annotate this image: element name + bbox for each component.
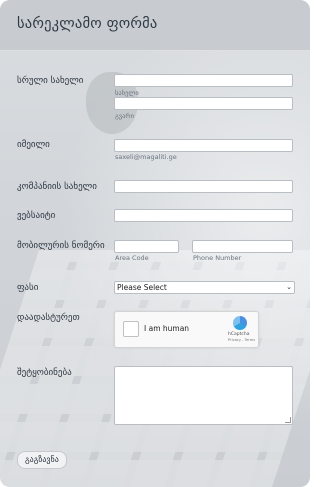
- message-textarea[interactable]: [114, 366, 293, 425]
- phone-number-input[interactable]: [192, 240, 293, 253]
- website-input[interactable]: [114, 209, 293, 222]
- area-code-sublabel: Area Code: [115, 254, 149, 262]
- phone-label: მობილურის ნომერი: [17, 241, 105, 251]
- message-label: შეტყობინება: [17, 368, 72, 378]
- chevron-down-icon: ⌄: [286, 283, 292, 291]
- email-sublabel: saxeli@magaliti.ge: [115, 153, 177, 161]
- area-code-input[interactable]: [114, 240, 179, 253]
- phone-number-sublabel: Phone Number: [193, 254, 242, 262]
- hcaptcha-widget: I am human hCaptcha Privacy - Terms: [114, 311, 259, 348]
- submit-button[interactable]: გაგზავნა: [17, 451, 67, 469]
- last-name-input[interactable]: [114, 97, 293, 110]
- first-name-input[interactable]: [114, 74, 293, 87]
- resize-grip-icon[interactable]: [285, 417, 291, 423]
- hcaptcha-links[interactable]: Privacy - Terms: [228, 338, 255, 342]
- company-label: კომპანიის სახელი: [17, 182, 97, 192]
- price-label: ფასი: [17, 283, 39, 293]
- hcaptcha-logo-icon: [233, 316, 247, 330]
- email-input[interactable]: [114, 139, 293, 152]
- full-name-label: სრული სახელი: [17, 76, 84, 86]
- price-selected-value: Please Select: [117, 283, 167, 292]
- company-input[interactable]: [114, 180, 293, 193]
- form-card: სარეკლამო ფორმა სრული სახელი სახელი გვარ…: [0, 0, 310, 487]
- form-title: სარეკლამო ფორმა: [17, 16, 158, 32]
- website-label: ვებსაიტი: [17, 211, 56, 221]
- human-checkbox[interactable]: [123, 321, 139, 337]
- last-name-sublabel: გვარი: [115, 112, 134, 120]
- hcaptcha-brand: hCaptcha: [228, 332, 250, 337]
- human-checkbox-label: I am human: [144, 324, 190, 333]
- price-select[interactable]: Please Select ⌄: [114, 281, 295, 294]
- form-header: სარეკლამო ფორმა: [0, 0, 310, 51]
- email-label: იმეილი: [17, 140, 50, 150]
- first-name-sublabel: სახელი: [115, 89, 139, 97]
- verify-label: დაადასტურეთ: [17, 313, 80, 323]
